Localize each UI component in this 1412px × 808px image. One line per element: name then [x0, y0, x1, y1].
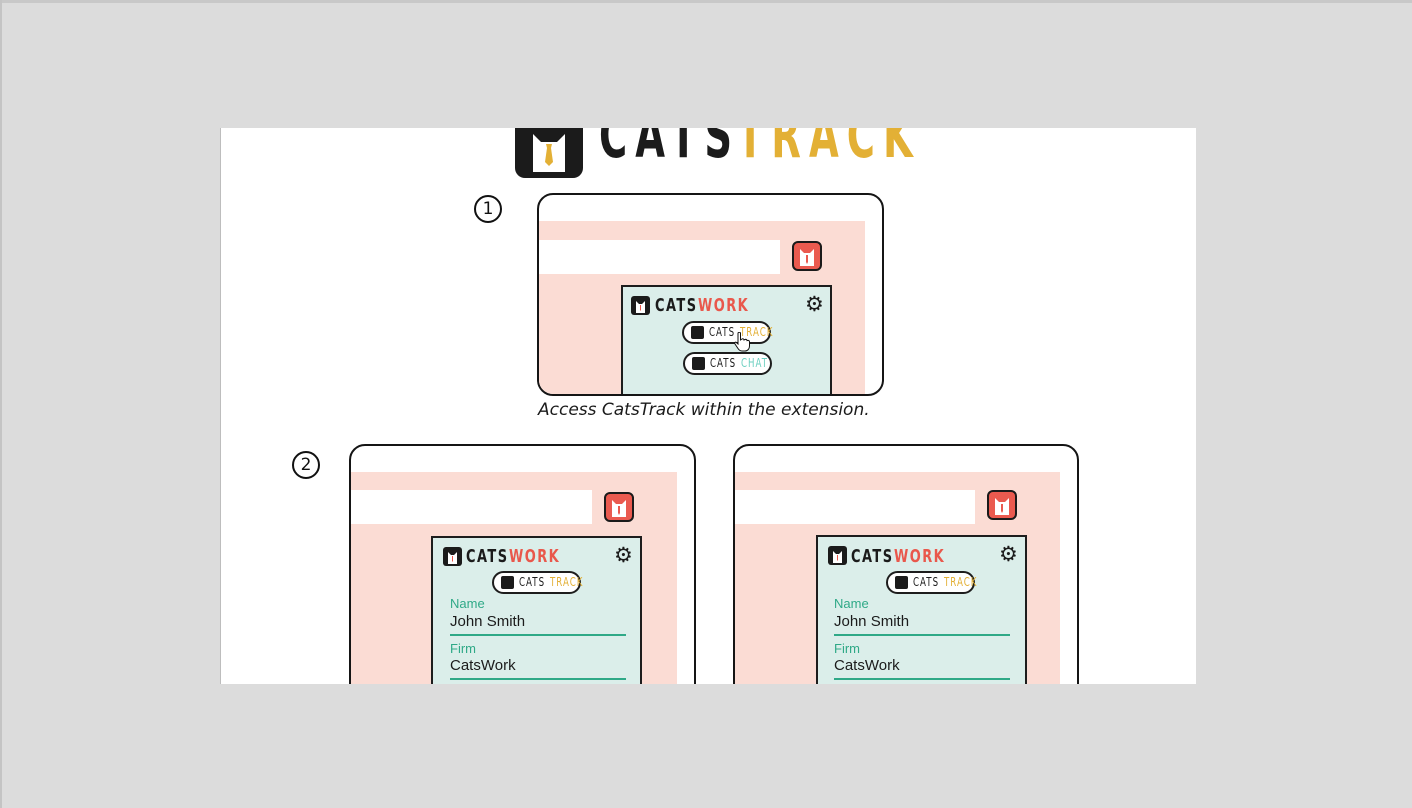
logo-word-track: TRACK — [737, 128, 921, 172]
catstrack-button-word1: CATS — [709, 325, 736, 339]
cat-extension-icon[interactable] — [604, 492, 634, 522]
popup-brand-cats: CATS — [851, 546, 894, 567]
document-page: CATS TRACK 1 CATS WORK ⚙ CATS TRACK CATS — [220, 128, 1196, 684]
cat-logo-icon — [895, 576, 908, 589]
name-field-value[interactable]: John Smith — [834, 613, 909, 631]
gear-icon[interactable]: ⚙ — [614, 545, 633, 566]
pill-word2: TRACK — [550, 575, 584, 589]
popup-brand-cats: CATS — [655, 295, 698, 316]
step-marker-2: 2 — [292, 451, 320, 479]
pointer-hand-icon — [734, 331, 750, 357]
firm-field-label: Firm — [834, 641, 860, 656]
popup-brand-work: WORK — [894, 546, 946, 567]
pill-word1: CATS — [519, 575, 546, 589]
step2-device-left: CATS WORK ⚙ CATS TRACK Name John Smith F… — [349, 444, 696, 684]
cat-extension-icon[interactable] — [792, 241, 822, 271]
popup-brand-work: WORK — [509, 546, 561, 567]
name-field-value[interactable]: John Smith — [450, 613, 525, 631]
firm-field-value[interactable]: CatsWork — [834, 657, 900, 675]
name-field-underline — [450, 634, 626, 636]
cat-logo-icon — [828, 546, 847, 565]
catstrack-header-pill: CATS TRACK — [492, 571, 584, 594]
cat-logo-icon — [443, 547, 462, 566]
logo-word-cats: CATS — [599, 128, 741, 172]
cat-logo-icon — [631, 296, 650, 315]
step-marker-1: 1 — [474, 195, 502, 223]
extension-popup: CATS WORK ⚙ CATS TRACK Name John Smith F… — [816, 535, 1027, 684]
catstrack-button[interactable]: CATS TRACK — [682, 321, 772, 344]
address-bar — [351, 490, 592, 524]
pill-word1: CATS — [913, 575, 940, 589]
extension-popup: CATS WORK ⚙ CATS TRACK CATS CHAT — [621, 285, 832, 394]
pill-word2: TRACK — [944, 575, 978, 589]
address-bar — [735, 490, 975, 524]
catschat-button-word2: CHAT — [741, 356, 769, 370]
cat-logo-icon — [515, 128, 583, 178]
catschat-button-word1: CATS — [710, 356, 737, 370]
popup-brand-work: WORK — [698, 295, 750, 316]
firm-field-value[interactable]: CatsWork — [450, 657, 516, 675]
cat-logo-icon — [692, 357, 705, 370]
step1-device-frame: CATS WORK ⚙ CATS TRACK CATS CHAT — [537, 193, 884, 396]
cat-extension-icon[interactable] — [987, 490, 1017, 520]
catschat-button[interactable]: CATS CHAT — [683, 352, 772, 375]
firm-field-underline — [450, 678, 626, 680]
name-field-label: Name — [450, 596, 485, 611]
popup-brand-cats: CATS — [466, 546, 509, 567]
cat-logo-icon — [501, 576, 514, 589]
step1-caption: Access CatsTrack within the extension. — [538, 400, 870, 420]
step2-device-right: CATS WORK ⚙ CATS TRACK Name John Smith F… — [733, 444, 1079, 684]
name-field-underline — [834, 634, 1010, 636]
extension-popup: CATS WORK ⚙ CATS TRACK Name John Smith F… — [431, 536, 642, 684]
window-left-edge — [0, 0, 2, 808]
firm-field-label: Firm — [450, 641, 476, 656]
cat-logo-icon — [691, 326, 704, 339]
name-field-label: Name — [834, 596, 869, 611]
gear-icon[interactable]: ⚙ — [805, 294, 824, 315]
window-top-edge — [0, 0, 1412, 3]
firm-field-underline — [834, 678, 1010, 680]
address-bar — [539, 240, 780, 274]
catstrack-header-pill: CATS TRACK — [886, 571, 978, 594]
gear-icon[interactable]: ⚙ — [999, 544, 1018, 565]
